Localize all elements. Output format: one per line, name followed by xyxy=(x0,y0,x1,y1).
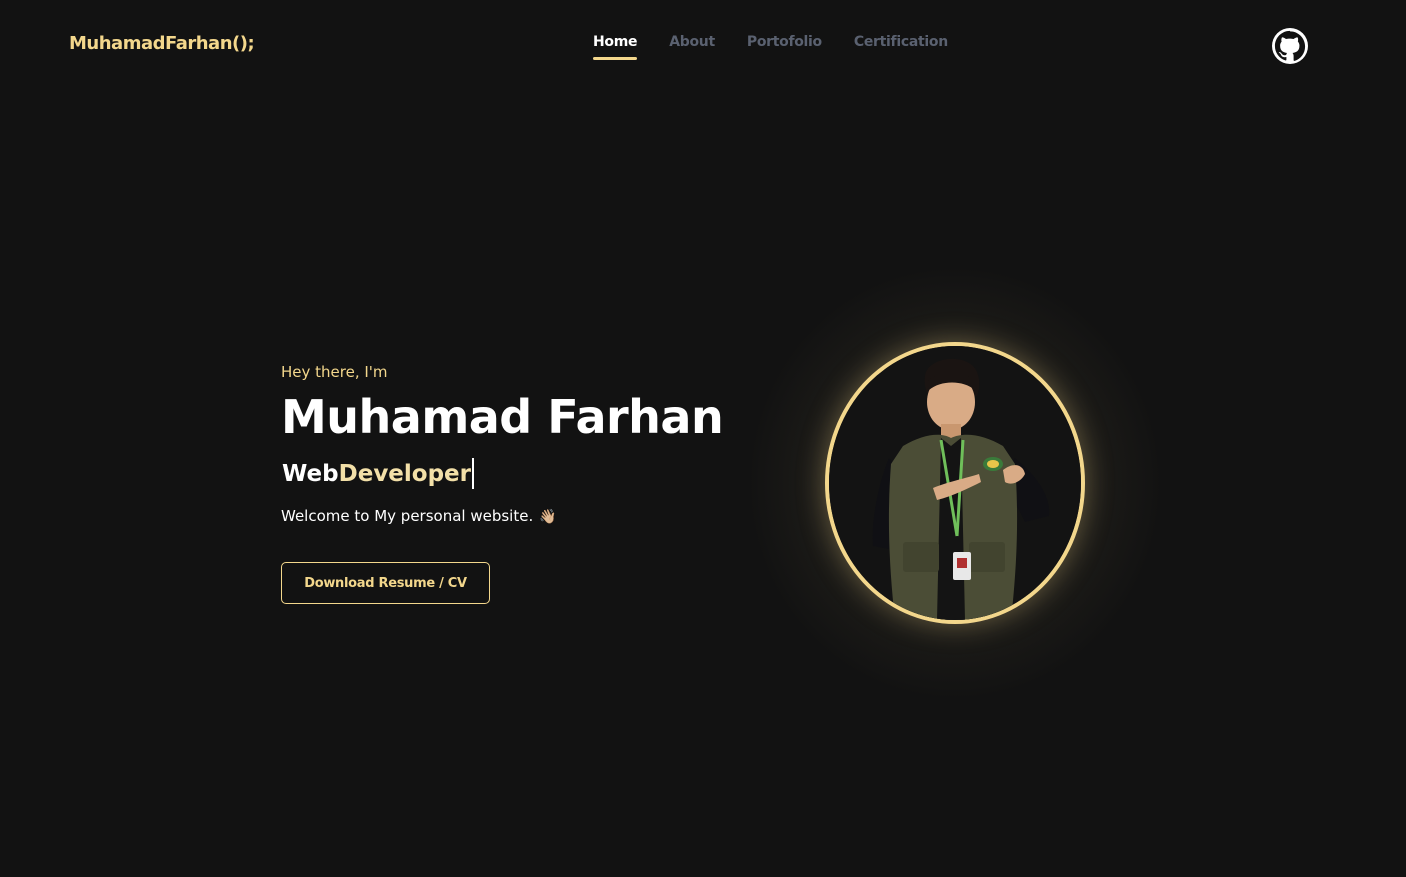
github-link[interactable] xyxy=(1272,28,1308,64)
site-header: MuhamadFarhan(); Home About Portofolio C… xyxy=(0,0,1406,90)
site-logo[interactable]: MuhamadFarhan(); xyxy=(69,33,255,54)
welcome-message: Welcome to My personal website. xyxy=(281,507,534,525)
download-resume-button[interactable]: Download Resume / CV xyxy=(281,562,490,604)
nav-item-certification[interactable]: Certification xyxy=(854,34,948,56)
hero-greeting: Hey there, I'm xyxy=(281,363,388,381)
typing-cursor xyxy=(472,458,474,489)
wave-icon: 👋🏼 xyxy=(539,509,557,525)
profile-photo xyxy=(829,346,1081,620)
role-typed-text: Developer xyxy=(338,460,471,487)
profile-avatar xyxy=(825,342,1085,624)
main-nav: Home About Portofolio Certification xyxy=(593,34,980,60)
nav-item-home[interactable]: Home xyxy=(593,34,638,60)
hero-role: Web Developer xyxy=(282,458,474,489)
nav-item-about[interactable]: About xyxy=(669,34,715,56)
welcome-text: Welcome to My personal website. 👋🏼 xyxy=(281,507,557,525)
role-prefix: Web xyxy=(282,460,339,487)
page: MuhamadFarhan(); Home About Portofolio C… xyxy=(0,0,1406,877)
github-icon xyxy=(1272,28,1308,64)
nav-item-portofolio[interactable]: Portofolio xyxy=(747,34,822,56)
hero-name: Muhamad Farhan xyxy=(281,390,724,444)
